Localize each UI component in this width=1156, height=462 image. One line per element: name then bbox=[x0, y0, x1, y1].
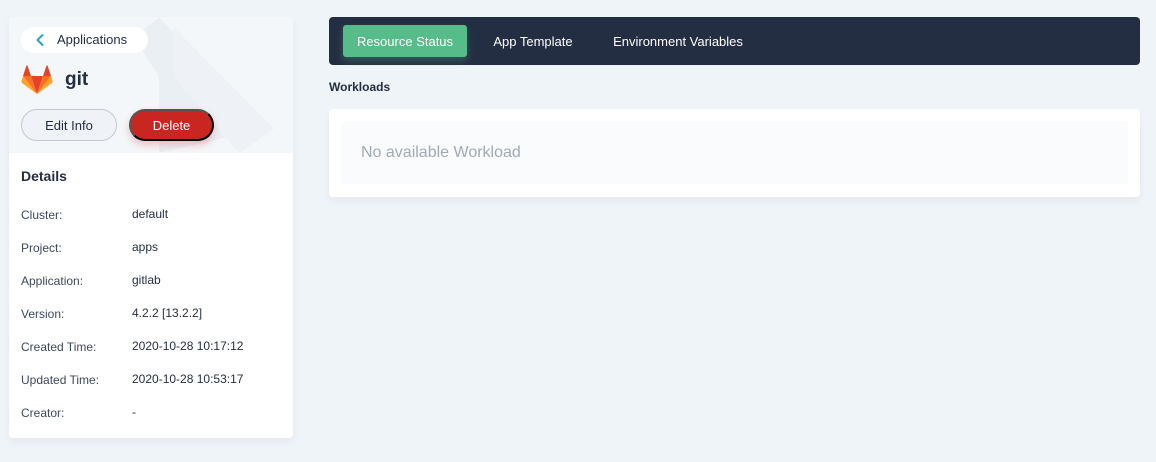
back-to-applications-button[interactable]: Applications bbox=[21, 27, 148, 53]
tab-environment-variables[interactable]: Environment Variables bbox=[603, 25, 753, 57]
back-label: Applications bbox=[57, 32, 128, 47]
detail-row-creator: Creator: - bbox=[21, 405, 281, 421]
detail-label: Cluster: bbox=[21, 208, 63, 222]
gitlab-logo-icon bbox=[21, 65, 53, 94]
detail-row-updated-time: Updated Time: 2020-10-28 10:53:17 bbox=[21, 372, 281, 388]
detail-label: Created Time: bbox=[21, 340, 97, 354]
detail-value: 2020-10-28 10:53:17 bbox=[132, 372, 244, 386]
detail-label: Project: bbox=[21, 241, 62, 255]
detail-value: 2020-10-28 10:17:12 bbox=[132, 339, 244, 353]
detail-row-application: Application: gitlab bbox=[21, 273, 281, 289]
app-header: Applications git Edit Info Delete bbox=[9, 17, 293, 153]
detail-value: gitlab bbox=[132, 273, 161, 287]
tab-resource-status[interactable]: Resource Status bbox=[343, 25, 467, 57]
chevron-left-icon bbox=[36, 34, 44, 46]
app-name: git bbox=[65, 69, 89, 90]
workloads-section-title: Workloads bbox=[329, 80, 391, 94]
detail-row-created-time: Created Time: 2020-10-28 10:17:12 bbox=[21, 339, 281, 355]
details-title: Details bbox=[21, 168, 67, 184]
empty-state-text: No available Workload bbox=[361, 144, 521, 161]
edit-info-button[interactable]: Edit Info bbox=[21, 109, 117, 141]
detail-value: 4.2.2 [13.2.2] bbox=[132, 306, 203, 320]
detail-value: default bbox=[132, 207, 169, 221]
tab-app-template[interactable]: App Template bbox=[479, 25, 587, 57]
detail-row-cluster: Cluster: default bbox=[21, 207, 281, 223]
detail-row-project: Project: apps bbox=[21, 240, 281, 256]
detail-row-version: Version: 4.2.2 [13.2.2] bbox=[21, 306, 281, 322]
empty-state: No available Workload bbox=[341, 121, 1128, 184]
detail-label: Version: bbox=[21, 307, 65, 321]
app-detail-card: Applications git Edit Info Delete Detail… bbox=[9, 17, 293, 438]
detail-value: - bbox=[132, 405, 136, 419]
detail-value: apps bbox=[132, 240, 159, 254]
detail-label: Application: bbox=[21, 274, 84, 288]
workloads-card: No available Workload bbox=[329, 109, 1140, 197]
detail-label: Updated Time: bbox=[21, 373, 100, 387]
tab-bar: Resource Status App Template Environment… bbox=[329, 17, 1140, 65]
delete-button[interactable]: Delete bbox=[129, 109, 214, 141]
detail-label: Creator: bbox=[21, 406, 65, 420]
